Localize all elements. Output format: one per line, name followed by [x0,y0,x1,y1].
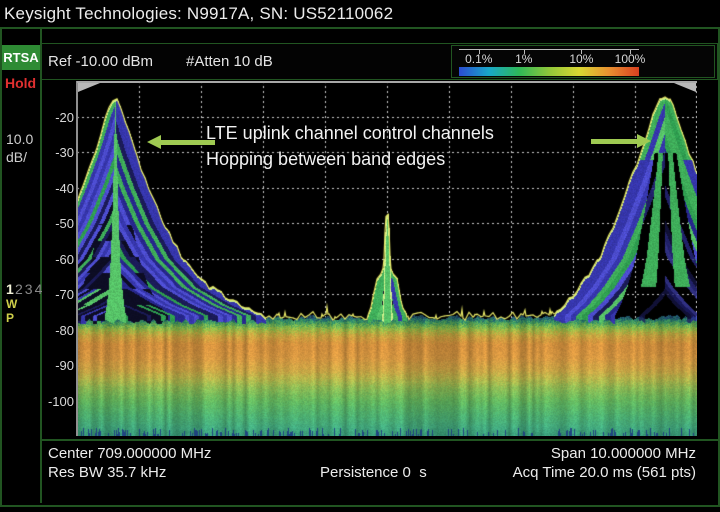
trace-state-flag-w: W [6,297,18,311]
y-axis-tick-label: -50 [55,216,74,231]
instrument-screen: Keysight Technologies: N9917A, SN: US521… [0,0,720,512]
y-axis-tick-label: -70 [55,287,74,302]
sidebar-divider [40,27,42,503]
attenuation-readout: #Atten 10 dB [186,53,273,70]
scale-per-div-unit: dB/ [6,149,28,165]
legend-ruler-line [459,49,639,50]
y-axis-tick-label: -100 [47,393,74,409]
mode-indicator-rtsa: RTSA [2,45,40,70]
persistence-readout: Persistence 0 s [320,464,427,481]
y-axis-tick-label: -60 [55,251,74,267]
ref-level-marker-left [78,83,100,92]
ref-level-marker-right [674,83,696,92]
scale-per-div-value: 10.0 [6,131,34,147]
y-axis-tick-label: -90 [55,358,74,373]
footer-divider [41,439,718,441]
mode-label: RTSA [3,50,39,65]
acq-time-readout: Acq Time 20.0 ms (561 pts) [512,464,696,481]
legend-tick-label: 1% [515,52,533,66]
y-axis-tick-label: -20 [55,109,74,125]
left-arrow-icon [147,135,215,149]
ref-level-line [77,81,697,83]
legend-tick-label: 10% [569,52,594,66]
window-title: Keysight Technologies: N9917A, SN: US521… [4,4,394,23]
trace-number-active: 1 [6,281,14,297]
sweep-state-indicator: Hold [5,75,37,91]
y-axis-tick-label: -40 [55,180,74,196]
right-arrow-icon [591,134,651,148]
res-bw-readout: Res BW 35.7 kHz [48,464,167,481]
trace-state-flag-p: P [6,311,15,325]
plot-annotation: LTE uplink channel control channels Hopp… [206,120,494,172]
span-readout: Span 10.000000 MHz [550,445,696,462]
y-axis-tick-label: -30 [55,145,74,160]
density-color-legend: 0.1% 1% 10% 100% [451,45,715,78]
density-gradient-bar [459,67,639,76]
amplitude-axis-line [76,81,78,436]
trace-numbers-inactive: 234 [15,281,45,297]
annotation-line-2: Hopping between band edges [206,149,446,169]
y-axis-tick-label: -80 [55,322,74,338]
center-frequency-readout: Center 709.000000 MHz [48,445,212,462]
legend-tick-label: 100% [614,52,646,66]
legend-tick-label: 0.1% [465,52,493,66]
annotation-line-1: LTE uplink channel control channels [206,123,494,143]
ref-level-readout: Ref -10.00 dBm [48,53,154,70]
